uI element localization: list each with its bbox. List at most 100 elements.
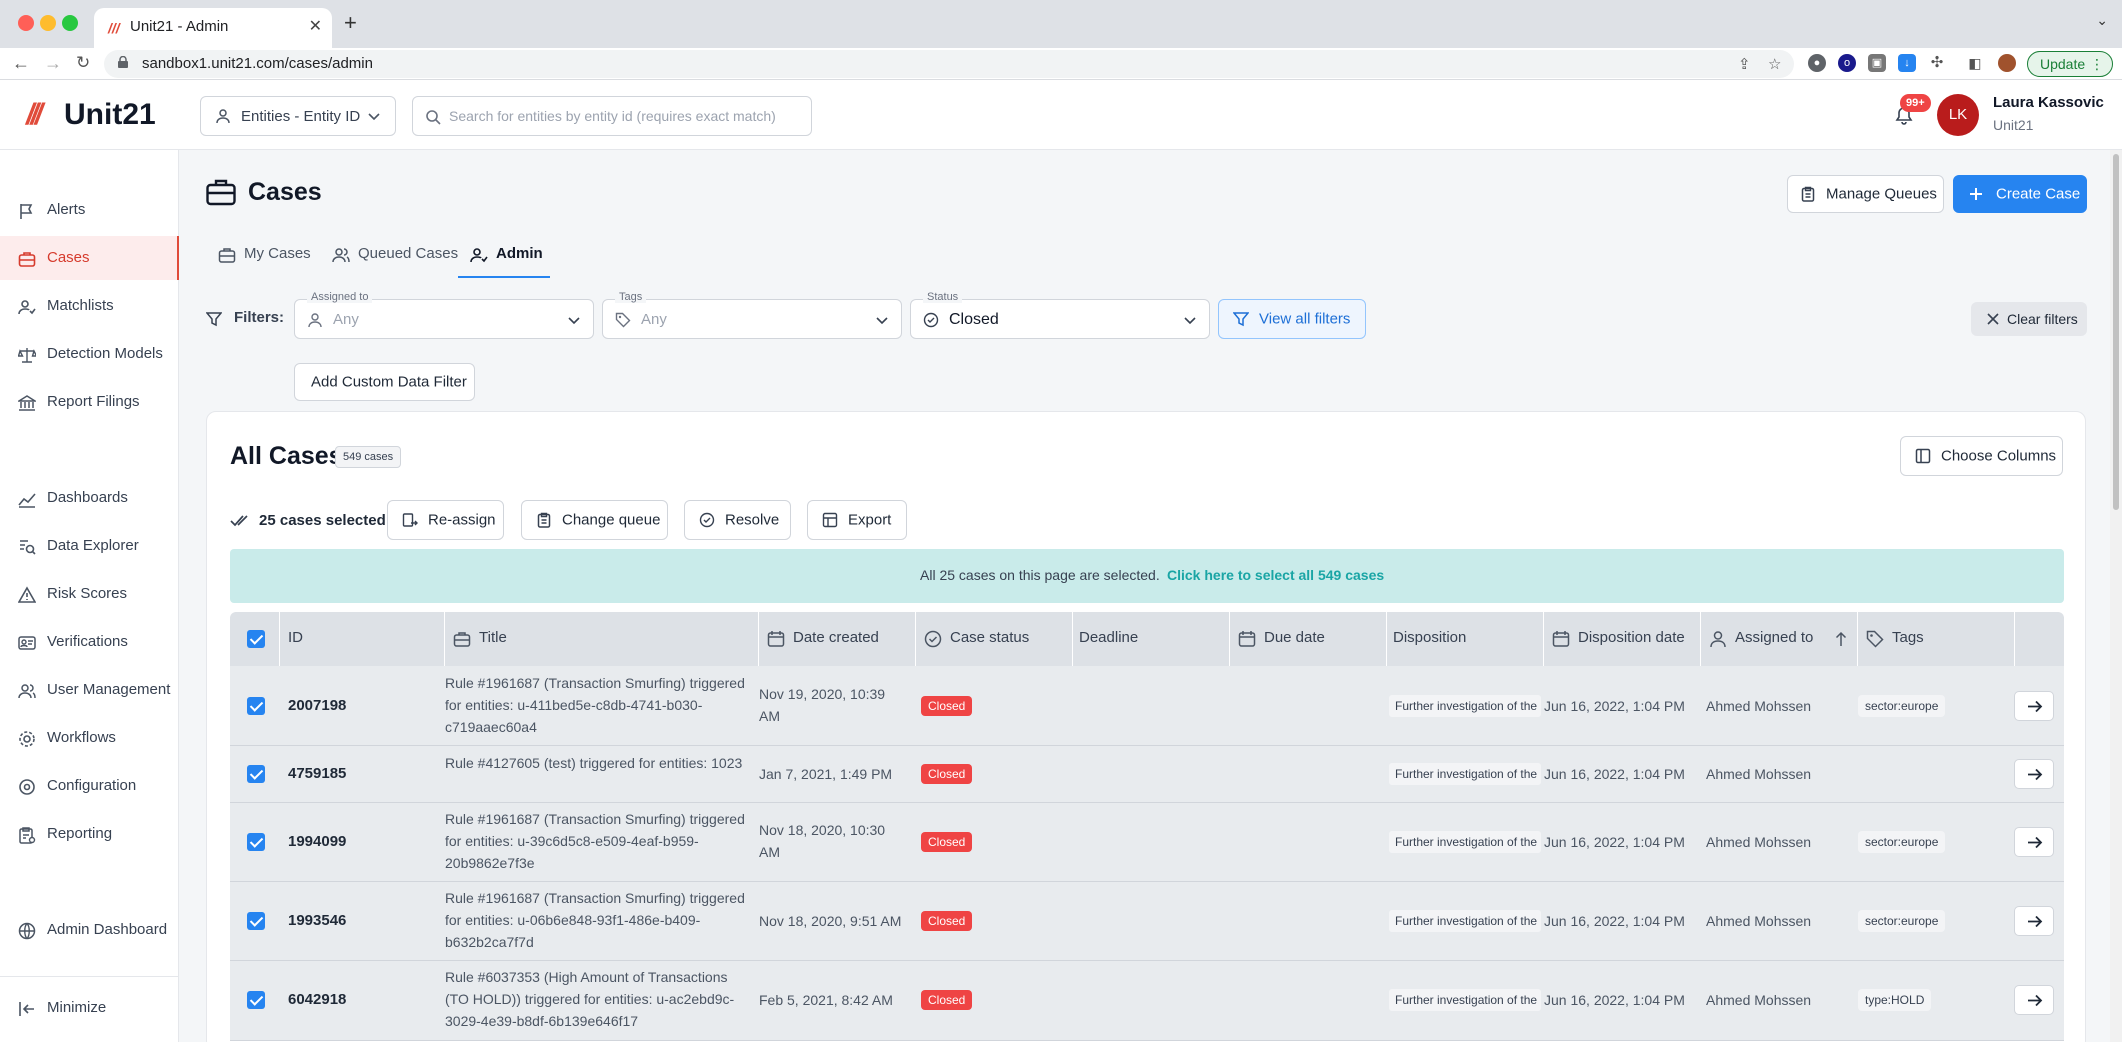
sidebar-item-data-explorer[interactable]: Data Explorer — [0, 524, 179, 568]
reload-icon[interactable]: ↻ — [76, 53, 90, 73]
row-checkbox[interactable] — [247, 912, 265, 930]
sidebar-item-detection-models[interactable]: Detection Models — [0, 332, 179, 376]
sidebar-item-alerts[interactable]: Alerts — [0, 188, 179, 232]
sidebar-item-configuration[interactable]: Configuration — [0, 764, 179, 808]
column-header-due-date[interactable]: Due date — [1230, 612, 1387, 666]
case-title[interactable]: Rule #6037353 (High Amount of Transactio… — [445, 966, 750, 1032]
page-scrollbar[interactable] — [2110, 150, 2122, 1042]
url-text: sandbox1.unit21.com/cases/admin — [142, 55, 373, 72]
status-filter[interactable]: Status Closed — [910, 291, 1210, 339]
maximize-window-button[interactable] — [62, 15, 78, 31]
change-queue-button[interactable]: Change queue — [521, 500, 668, 540]
new-tab-icon[interactable]: + — [344, 10, 357, 36]
open-case-button[interactable] — [2014, 906, 2054, 936]
entity-type-select[interactable]: Entities - Entity ID — [200, 96, 396, 136]
column-header-disposition[interactable]: Disposition — [1387, 612, 1544, 666]
add-custom-data-filter-button[interactable]: Add Custom Data Filter — [294, 363, 475, 401]
case-date-created: Jan 7, 2021, 1:49 PM — [759, 766, 893, 782]
entity-search-input[interactable] — [449, 105, 799, 127]
case-title[interactable]: Rule #1961687 (Transaction Smurfing) tri… — [445, 808, 750, 874]
tag-badge: sector:europe — [1858, 910, 1946, 932]
sidebar-item-risk-scores[interactable]: Risk Scores — [0, 572, 179, 616]
case-id[interactable]: 1993546 — [288, 910, 346, 932]
choose-columns-button[interactable]: Choose Columns — [1900, 436, 2063, 476]
sidebar-item-cases[interactable]: Cases — [0, 236, 179, 280]
sidebar-item-verifications[interactable]: Verifications — [0, 620, 179, 664]
tags-filter[interactable]: Tags Any — [602, 291, 902, 339]
forward-arrow-icon[interactable]: → — [44, 53, 62, 74]
sidebar-item-workflows[interactable]: Workflows — [0, 716, 179, 760]
reassign-button[interactable]: Re-assign — [387, 500, 504, 540]
case-title[interactable]: Rule #1961687 (Transaction Smurfing) tri… — [445, 672, 750, 738]
case-id[interactable]: 6042918 — [288, 989, 346, 1011]
browser-update-button[interactable]: Update ⋮ — [2027, 51, 2113, 77]
side-panel-icon[interactable]: ◧ — [1966, 54, 1984, 72]
view-all-filters-button[interactable]: View all filters — [1218, 299, 1366, 339]
table-row[interactable]: 1993546 Rule #1961687 (Transaction Smurf… — [230, 882, 2064, 961]
row-checkbox[interactable] — [247, 697, 265, 715]
bookmark-star-icon[interactable]: ☆ — [1768, 55, 1781, 73]
profile-avatar[interactable] — [1998, 54, 2016, 72]
column-header-tags[interactable]: Tags — [1858, 612, 2015, 666]
puzzle-extensions-icon[interactable]: ✣ — [1928, 54, 1946, 72]
extension-3-icon[interactable]: ▣ — [1868, 54, 1886, 72]
clear-filters-button[interactable]: Clear filters — [1971, 302, 2087, 336]
table-row[interactable]: 1994099 Rule #1961687 (Transaction Smurf… — [230, 803, 2064, 882]
row-checkbox[interactable] — [247, 765, 265, 783]
user-avatar[interactable]: LK — [1937, 94, 1979, 136]
sidebar-item-matchlists[interactable]: Matchlists — [0, 284, 179, 328]
sidebar-item-report-filings[interactable]: Report Filings — [0, 380, 179, 424]
select-all-checkbox[interactable] — [247, 630, 265, 648]
assigned-to-value: Any — [333, 311, 359, 328]
select-all-cases-link[interactable]: Click here to select all 549 cases — [1167, 567, 1384, 583]
url-field[interactable]: sandbox1.unit21.com/cases/admin ⇪ ☆ — [104, 50, 1794, 78]
case-title[interactable]: Rule #4127605 (test) triggered for entit… — [445, 752, 750, 774]
case-title[interactable]: Rule #1961687 (Transaction Smurfing) tri… — [445, 887, 750, 953]
extension-1-icon[interactable]: ● — [1808, 54, 1826, 72]
export-button[interactable]: Export — [807, 500, 907, 540]
table-row[interactable]: 2007198 Rule #1961687 (Transaction Smurf… — [230, 666, 2064, 746]
open-case-button[interactable] — [2014, 759, 2054, 789]
column-header-title[interactable]: Title — [445, 612, 759, 666]
table-row[interactable]: 4759185 Rule #4127605 (test) triggered f… — [230, 746, 2064, 803]
tab-menu-chevron-icon[interactable]: ⌄ — [2096, 12, 2108, 29]
row-checkbox[interactable] — [247, 833, 265, 851]
scrollbar-thumb[interactable] — [2113, 154, 2119, 510]
open-case-button[interactable] — [2014, 691, 2054, 721]
column-header-deadline[interactable]: Deadline — [1073, 612, 1230, 666]
minimize-window-button[interactable] — [40, 15, 56, 31]
sort-arrow-up-icon[interactable] — [1835, 631, 1847, 647]
back-arrow-icon[interactable]: ← — [12, 53, 30, 74]
column-header-id[interactable]: ID — [280, 612, 445, 666]
column-header-date-created[interactable]: Date created — [759, 612, 916, 666]
resolve-button[interactable]: Resolve — [684, 500, 791, 540]
column-header-case-status[interactable]: Case status — [916, 612, 1073, 666]
browser-tab[interactable]: /// Unit21 - Admin ✕ — [94, 8, 332, 48]
sidebar-minimize-button[interactable]: Minimize — [0, 986, 179, 1030]
case-id[interactable]: 4759185 — [288, 763, 346, 785]
sidebar-item-reporting[interactable]: Reporting — [0, 812, 179, 856]
sidebar-item-user-management[interactable]: User Management — [0, 668, 179, 712]
download-extension-icon[interactable]: ↓ — [1898, 54, 1916, 72]
tab-admin[interactable]: Admin — [458, 236, 550, 278]
user-name[interactable]: Laura Kassovic — [1993, 94, 2104, 111]
case-id[interactable]: 2007198 — [288, 695, 346, 717]
open-case-button[interactable] — [2014, 985, 2054, 1015]
create-case-button[interactable]: Create Case — [1953, 175, 2087, 213]
assigned-to-filter[interactable]: Assigned to Any — [294, 291, 594, 339]
sidebar-item-admin-dashboard[interactable]: Admin Dashboard — [0, 908, 179, 952]
close-tab-icon[interactable]: ✕ — [309, 16, 322, 36]
extension-2-icon[interactable]: o — [1838, 54, 1856, 72]
column-header-disposition-date[interactable]: Disposition date — [1544, 612, 1701, 666]
share-icon[interactable]: ⇪ — [1738, 55, 1751, 73]
case-id[interactable]: 1994099 — [288, 831, 346, 853]
row-checkbox[interactable] — [247, 991, 265, 1009]
table-row[interactable]: 6042918 Rule #6037353 (High Amount of Tr… — [230, 961, 2064, 1041]
sidebar-item-dashboards[interactable]: Dashboards — [0, 476, 179, 520]
open-case-button[interactable] — [2014, 827, 2054, 857]
tab-queued-cases[interactable]: Queued Cases — [320, 236, 458, 278]
manage-queues-button[interactable]: Manage Queues — [1787, 175, 1944, 213]
close-window-button[interactable] — [18, 15, 34, 31]
tab-my-cases[interactable]: My Cases — [206, 236, 314, 278]
column-header-assigned-to[interactable]: Assigned to — [1701, 612, 1858, 666]
